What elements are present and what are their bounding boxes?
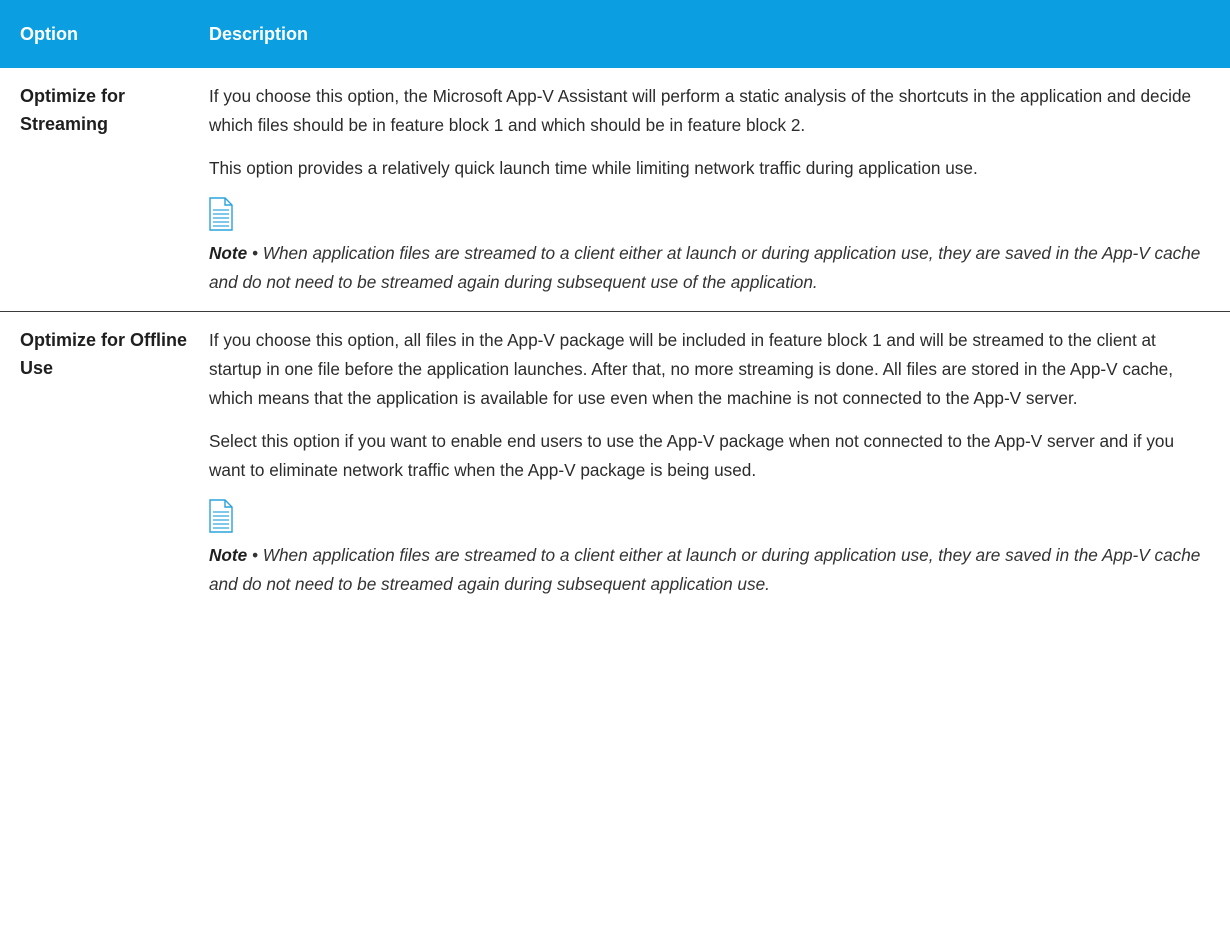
table-header-row: Option Description [0,0,1230,68]
table-row: Optimize for Streaming If you choose thi… [0,68,1230,312]
header-description: Description [209,23,309,44]
option-description: If you choose this option, the Microsoft… [209,68,1230,311]
description-paragraph: This option provides a relatively quick … [209,158,978,178]
description-paragraph: If you choose this option, all files in … [209,330,1174,408]
option-description: If you choose this option, all files in … [209,312,1230,613]
option-name: Optimize for Offline Use [20,330,188,378]
note-label: Note [209,545,248,565]
table-row: Optimize for Offline Use If you choose t… [0,312,1230,613]
note-paragraph: Note • When application files are stream… [209,239,1210,297]
note-text: • When application files are streamed to… [209,243,1201,292]
description-paragraph: Select this option if you want to enable… [209,431,1175,480]
note-document-icon [209,499,233,533]
note-label: Note [209,243,248,263]
options-table: Option Description Optimize for Streamin… [0,0,1230,613]
note-paragraph: Note • When application files are stream… [209,541,1210,599]
option-name: Optimize for Streaming [20,86,126,134]
header-option: Option [20,23,78,44]
note-text: • When application files are streamed to… [209,545,1201,594]
note-document-icon [209,197,233,231]
description-paragraph: If you choose this option, the Microsoft… [209,86,1192,135]
